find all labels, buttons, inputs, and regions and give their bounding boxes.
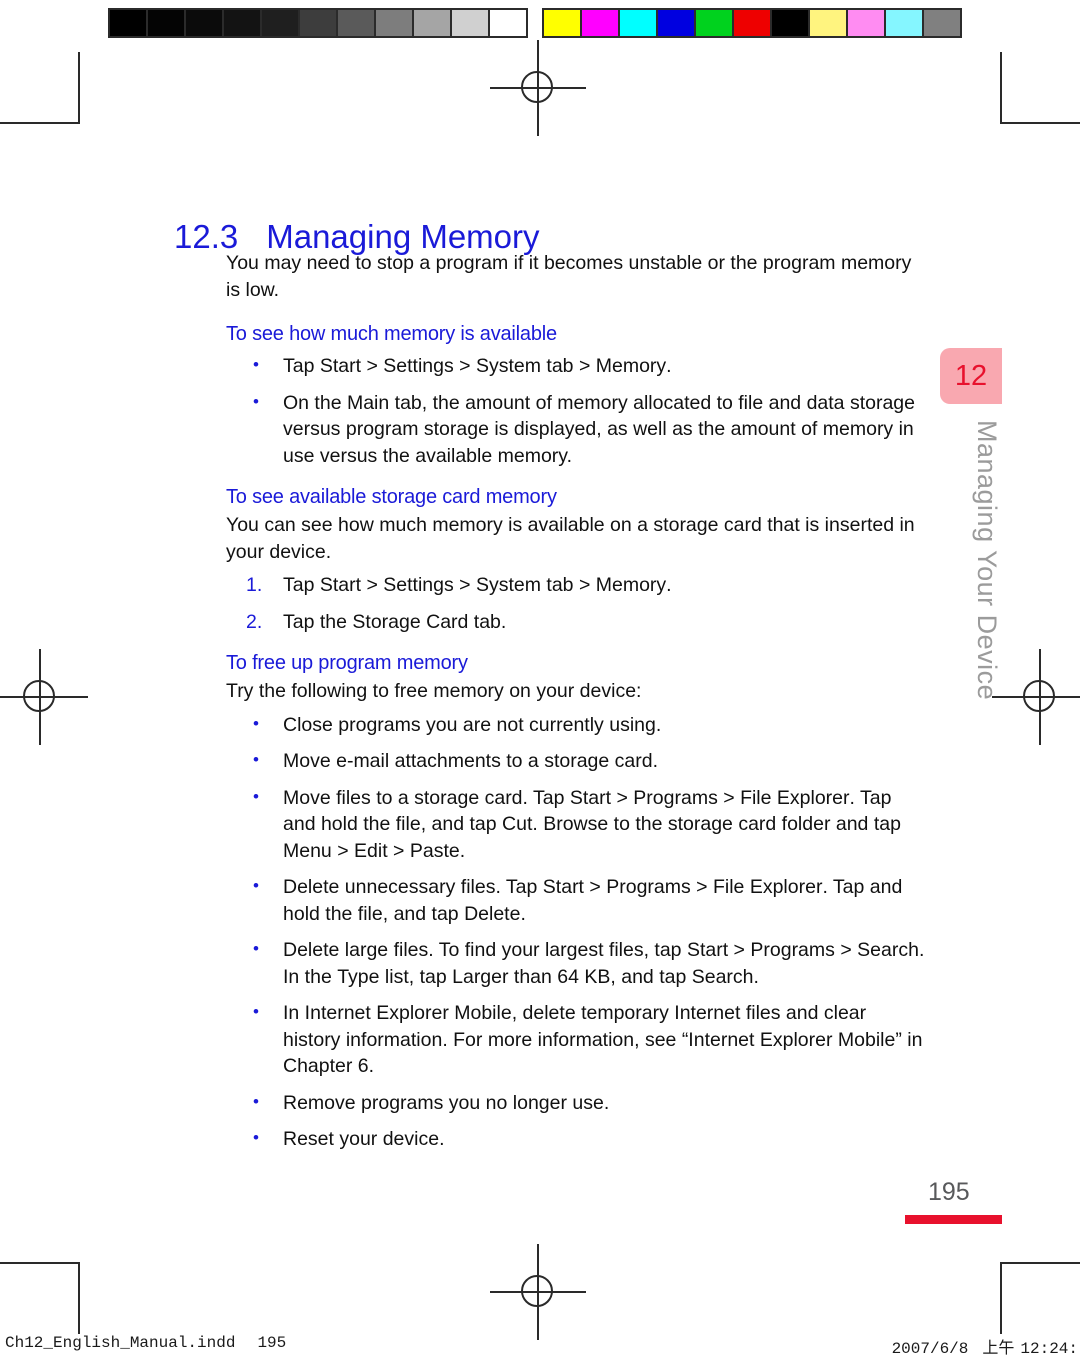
ui-command-name: Larger than 64 KB [452,965,611,988]
list-item: Close programs you are not currently usi… [226,711,926,739]
storage-card-step-list: Tap Start > Settings > System tab > Memo… [226,572,926,635]
body-text-column: You may need to stop a program if it bec… [226,250,926,1163]
list-item: Delete large files. To find your largest… [226,936,926,990]
storage-card-intro: You can see how much memory is available… [226,514,915,563]
list-item: In Internet Explorer Mobile, delete temp… [226,999,926,1080]
ui-command-name: Memory [595,574,667,596]
intro-paragraph: You may need to stop a program if it bec… [226,252,912,301]
ui-command-name: Delete [283,939,340,961]
folio-rule [905,1215,1002,1224]
list-item: Move files to a storage card. Tap Start … [226,784,926,865]
ui-command-name: Delete [283,876,340,898]
chapter-thumb-tab: 12 [940,348,1002,404]
ui-command-name: Search [857,939,919,961]
ui-command-name: Start [569,786,612,809]
ui-command-name: Start [319,355,362,377]
free-memory-intro: Try the following to free memory on your… [226,680,642,702]
ui-command-name: Programs [633,786,718,809]
availability-bullet-list: Tap Start > Settings > System tab > Memo… [226,352,926,470]
list-item: Delete unnecessary files. Tap Start > Pr… [226,873,926,927]
list-item: On the Main tab, the amount of memory al… [226,389,926,470]
footer-timestamp: 2007/6/8 上午 12:24: [892,1334,1078,1358]
page-number: 195 [928,1178,970,1206]
list-item: Tap Start > Settings > System tab > Memo… [226,352,926,380]
ui-command-name: Storage Card [352,610,469,633]
manual-page: 12.3 Managing Memory You may need to stop… [0,0,1080,1364]
ui-command-name: Settings [383,355,454,377]
subheading-availability: To see how much memory is available [226,323,557,345]
list-item: Move e-mail attachments to a storage car… [226,747,926,775]
ui-command-name: Main [346,391,390,414]
footer-time: 12:24: [1020,1340,1078,1358]
ui-command-name: Search [691,965,754,988]
footer-date: 2007/6/8 [891,1340,969,1358]
ui-command-name: Programs [750,939,835,961]
list-item: Reset your device. [226,1125,926,1153]
list-item: Tap the Storage Card tab. [246,609,507,635]
chapter-number: 12 [954,360,988,392]
ui-command-name: File Explorer [740,786,850,809]
list-item: Remove programs you no longer use. [226,1089,926,1117]
footer-folio: 195 [257,1334,287,1352]
running-head: Managing Your Device [972,420,1002,701]
ui-command-name: System [475,574,541,596]
ui-command-name: Cut [502,813,533,835]
list-item: Tap Start > Settings > System tab > Memo… [246,572,672,598]
imposition-footer: Ch12_English_Manual.indd 195 2007/6/8 上午 12… [0,1334,1080,1360]
ui-command-name: Delete [464,902,521,925]
free-memory-bullet-list: Close programs you are not currently usi… [226,711,926,1153]
ui-command-name: Start [319,574,362,596]
ui-command-name: Start [542,876,584,898]
ui-command-name: Paste [409,839,460,862]
ui-command-name: Memory [595,355,667,377]
ui-command-name: File Explorer [712,876,823,898]
footer-filename: Ch12_English_Manual.indd 195 [5,1334,286,1352]
ui-command-name: Edit [354,839,388,862]
ui-command-name: Start [686,939,729,961]
ui-command-name: System [475,355,541,377]
ui-command-name: Programs [606,876,691,898]
subheading-free-memory: To free up program memory [226,652,468,674]
footer-filename-text: Ch12_English_Manual.indd [5,1334,236,1352]
ui-command-name: Settings [383,574,454,596]
ui-command-name: Type [337,965,380,988]
subheading-storage-card: To see available storage card memory [226,486,557,508]
footer-ampm: 上午 [982,1340,1015,1358]
ui-command-name: Menu [283,839,332,862]
